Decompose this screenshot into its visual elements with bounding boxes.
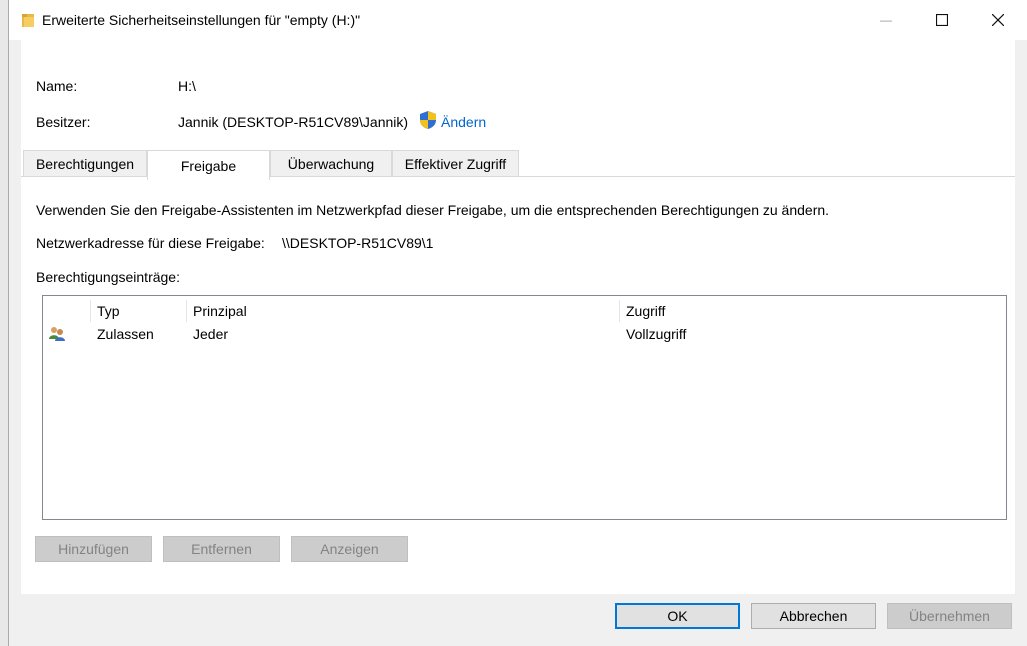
tab-sharing[interactable]: Freigabe xyxy=(147,150,270,180)
uac-shield-icon xyxy=(420,111,436,129)
window-title: Erweiterte Sicherheitseinstellungen für … xyxy=(42,12,361,28)
add-button[interactable]: Hinzufügen xyxy=(35,536,152,562)
maximize-button[interactable] xyxy=(913,0,971,40)
tab-effective-access[interactable]: Effektiver Zugriff xyxy=(392,150,519,176)
ok-button[interactable]: OK xyxy=(615,603,740,629)
permission-entries-list[interactable]: Typ Prinzipal Zugriff Zulassen Jeder Vol… xyxy=(42,295,1007,520)
tab-label: Überwachung xyxy=(287,155,375,172)
network-address-label: Netzwerkadresse für diese Freigabe: xyxy=(36,235,265,251)
tab-label: Berechtigungen xyxy=(35,155,135,172)
owner-value: Jannik (DESKTOP-R51CV89\Jannik) xyxy=(178,114,409,130)
tab-label: Freigabe xyxy=(180,157,237,174)
entries-label: Berechtigungseinträge: xyxy=(36,269,180,285)
button-label: Hinzufügen xyxy=(58,541,129,557)
folder-icon xyxy=(22,14,34,27)
dialog-content: Name: H:\ Besitzer: Jannik (DESKTOP-R51C… xyxy=(21,40,1015,594)
name-label: Name: xyxy=(36,78,78,94)
title-bar[interactable]: Erweiterte Sicherheitseinstellungen für … xyxy=(9,0,1027,40)
remove-button[interactable]: Entfernen xyxy=(163,536,280,562)
close-button[interactable] xyxy=(969,0,1027,40)
maximize-icon xyxy=(936,14,948,26)
name-value: H:\ xyxy=(178,78,196,94)
minimize-button[interactable]: — xyxy=(857,0,915,40)
button-label: Abbrechen xyxy=(779,608,848,624)
row-type: Zulassen xyxy=(97,326,154,342)
network-address-value: \\DESKTOP-R51CV89\1 xyxy=(282,235,434,251)
tab-label: Effektiver Zugriff xyxy=(404,155,507,172)
button-label: Übernehmen xyxy=(909,608,990,624)
minimize-icon: — xyxy=(880,13,892,27)
apply-button[interactable]: Übernehmen xyxy=(887,603,1012,629)
view-button[interactable]: Anzeigen xyxy=(291,536,408,562)
tab-auditing[interactable]: Überwachung xyxy=(270,150,392,176)
advanced-security-dialog: Erweiterte Sicherheitseinstellungen für … xyxy=(8,0,1027,646)
tab-permissions[interactable]: Berechtigungen xyxy=(23,150,147,176)
cancel-button[interactable]: Abbrechen xyxy=(751,603,876,629)
button-label: Anzeigen xyxy=(320,541,379,557)
share-description: Verwenden Sie den Freigabe-Assistenten i… xyxy=(36,202,830,218)
button-label: Entfernen xyxy=(191,541,252,557)
background-window-edge xyxy=(0,0,8,646)
table-row[interactable]: Zulassen Jeder Vollzugriff xyxy=(43,296,1006,348)
button-label: OK xyxy=(667,608,688,624)
users-icon xyxy=(49,327,65,341)
row-access: Vollzugriff xyxy=(626,326,687,342)
change-owner-link[interactable]: Ändern xyxy=(441,114,486,130)
owner-label: Besitzer: xyxy=(36,114,91,130)
close-icon xyxy=(992,14,1004,26)
row-principal: Jeder xyxy=(193,326,229,342)
